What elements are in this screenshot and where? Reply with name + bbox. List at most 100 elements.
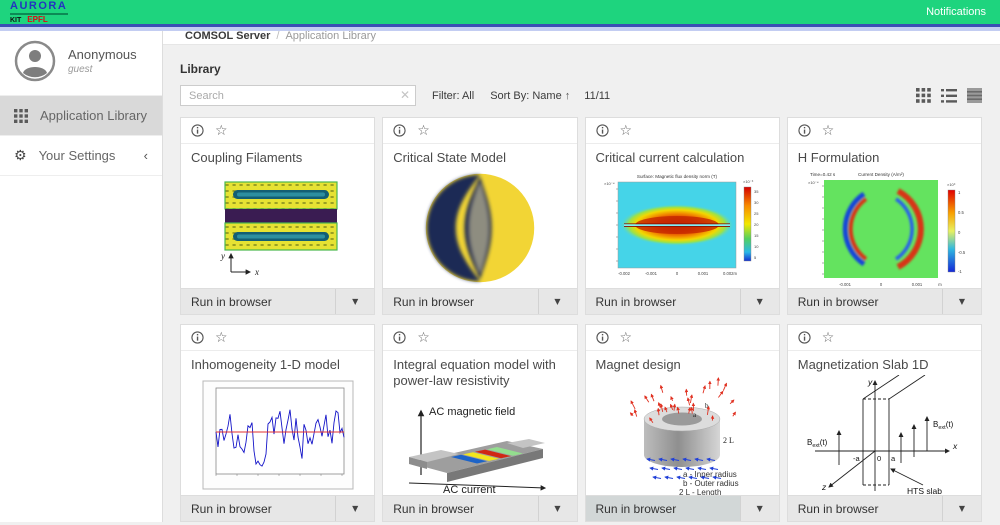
collapse-chevron-icon[interactable]: ‹ — [144, 148, 148, 163]
app-card-h-formulation[interactable]: ☆ H Formulation — [787, 117, 982, 315]
svg-text:0: 0 — [880, 282, 883, 287]
svg-text:15: 15 — [754, 233, 759, 238]
library-toolbar: ✕ Filter: All Sort By: Name ↑ 11/11 — [180, 85, 982, 106]
y-axis-exponent: ×10⁻⁴ — [604, 181, 615, 186]
svg-text:35: 35 — [754, 189, 759, 194]
sidebar: Anonymous guest Application Library ⚙ Yo… — [0, 27, 163, 522]
run-in-browser-button[interactable]: Run in browser — [383, 289, 538, 314]
b-ext-label-right: Bext(t) — [933, 420, 954, 431]
breadcrumb: COMSOL Server / Application Library — [163, 27, 1000, 45]
info-icon[interactable] — [191, 331, 204, 344]
notifications-link[interactable]: Notifications — [926, 6, 986, 18]
app-card-magnet-design[interactable]: ☆ Magnet design — [585, 324, 780, 522]
current-label: AC current — [443, 484, 496, 495]
app-card-magnetization-slab-1d[interactable]: ☆ Magnetization Slab 1D — [787, 324, 982, 522]
sidebar-item-your-settings[interactable]: ⚙ Your Settings ‹ — [0, 135, 162, 175]
app-card-critical-current-calculation[interactable]: ☆ Critical current calculation — [585, 117, 780, 315]
filter-control[interactable]: Filter: All — [432, 90, 474, 102]
run-options-dropdown[interactable]: ▼ — [943, 496, 981, 521]
run-options-dropdown[interactable]: ▼ — [539, 289, 577, 314]
plot-title: Surface: Magnetic flux density norm (T) — [637, 174, 718, 179]
run-in-browser-button[interactable]: Run in browser — [788, 289, 943, 314]
favorite-star-icon[interactable]: ☆ — [822, 124, 835, 138]
svg-text:-0.002: -0.002 — [618, 271, 631, 276]
run-options-dropdown[interactable]: ▼ — [741, 289, 779, 314]
time-label: Time=0.42 s — [810, 172, 836, 177]
run-options-dropdown[interactable]: ▼ — [741, 496, 779, 521]
info-icon[interactable] — [596, 331, 609, 344]
aurora-logo[interactable]: AURORA KIT EPFL — [10, 1, 68, 24]
sort-direction-icon[interactable]: ↑ — [565, 90, 571, 102]
logo-epfl: EPFL — [27, 16, 47, 24]
svg-text:-1: -1 — [958, 269, 962, 274]
app-title: Inhomogeneity 1-D model — [181, 351, 374, 375]
axis-x-label: x — [254, 267, 259, 277]
favorite-star-icon[interactable]: ☆ — [215, 331, 228, 345]
caret-down-icon: ▼ — [554, 297, 560, 306]
app-title: Coupling Filaments — [181, 144, 374, 168]
info-icon[interactable] — [191, 124, 204, 137]
run-options-dropdown[interactable]: ▼ — [336, 496, 374, 521]
sidebar-item-label: Your Settings — [39, 148, 116, 163]
favorite-star-icon[interactable]: ☆ — [620, 331, 633, 345]
info-icon[interactable] — [393, 331, 406, 344]
svg-text:25: 25 — [754, 211, 759, 216]
detail-view-icon[interactable] — [967, 88, 982, 103]
breadcrumb-separator: / — [276, 30, 279, 42]
info-icon[interactable] — [393, 124, 406, 137]
svg-text:0: 0 — [676, 271, 679, 276]
caret-down-icon: ▼ — [959, 504, 965, 513]
info-icon[interactable] — [596, 124, 609, 137]
breadcrumb-root[interactable]: COMSOL Server — [185, 30, 270, 42]
y-axis-exponent: ×10⁻⁴ — [808, 180, 819, 185]
app-card-coupling-filaments[interactable]: ☆ Coupling Filaments — [180, 117, 375, 315]
axis-z-label: z — [821, 482, 827, 492]
favorite-star-icon[interactable]: ☆ — [620, 124, 633, 138]
page-title: Library — [180, 62, 982, 76]
app-title: Integral equation model with power-law r… — [383, 351, 576, 392]
app-title: Magnet design — [586, 351, 779, 375]
run-in-browser-button[interactable]: Run in browser — [788, 496, 943, 521]
app-thumbnail: b a 2 L a - Inner radius b - Outer radiu… — [586, 375, 779, 495]
b-ext-label-left: Bext(t) — [807, 438, 828, 449]
svg-text:0.002m: 0.002m — [723, 271, 737, 276]
search-input[interactable] — [180, 85, 416, 106]
run-in-browser-button[interactable]: Run in browser — [383, 496, 538, 521]
app-card-critical-state-model[interactable]: ☆ Critical State Model — [382, 117, 577, 315]
search-clear-icon[interactable]: ✕ — [400, 88, 410, 102]
info-icon[interactable] — [798, 124, 811, 137]
favorite-star-icon[interactable]: ☆ — [822, 331, 835, 345]
breadcrumb-current: Application Library — [285, 30, 376, 42]
grid-view-icon[interactable] — [916, 88, 931, 103]
info-icon[interactable] — [798, 331, 811, 344]
app-thumbnail: x y z -a 0 a Bext(t) Bext(t) HTS slab — [788, 375, 981, 495]
sort-label: Sort By: Name — [490, 90, 562, 102]
run-in-browser-button[interactable]: Run in browser — [181, 289, 336, 314]
logo-kit: KIT — [10, 17, 21, 24]
favorite-star-icon[interactable]: ☆ — [215, 124, 228, 138]
sidebar-item-application-library[interactable]: Application Library — [0, 95, 162, 135]
caret-down-icon: ▼ — [959, 297, 965, 306]
caret-down-icon: ▼ — [757, 297, 763, 306]
axis-y-label: y — [220, 251, 225, 261]
app-thumbnail: AC magnetic field AC current — [383, 392, 576, 496]
run-in-browser-button[interactable]: Run in browser — [586, 289, 741, 314]
caret-down-icon: ▼ — [554, 504, 560, 513]
favorite-star-icon[interactable]: ☆ — [417, 331, 430, 345]
svg-text:0.001: 0.001 — [698, 271, 709, 276]
run-options-dropdown[interactable]: ▼ — [943, 289, 981, 314]
list-view-icon[interactable] — [941, 89, 957, 103]
app-card-integral-equation-model[interactable]: ☆ Integral equation model with power-law… — [382, 324, 577, 522]
app-card-inhomogeneity-1d-model[interactable]: ☆ Inhomogeneity 1-D model — [180, 324, 375, 522]
application-grid: ☆ Coupling Filaments — [180, 117, 982, 522]
favorite-star-icon[interactable]: ☆ — [417, 124, 430, 138]
app-thumbnail: Surface: Magnetic flux density norm (T) … — [586, 168, 779, 288]
sort-control[interactable]: Sort By: Name ↑ — [490, 90, 570, 102]
run-options-dropdown[interactable]: ▼ — [539, 496, 577, 521]
run-options-dropdown[interactable]: ▼ — [336, 289, 374, 314]
user-panel: Anonymous guest — [0, 27, 162, 95]
run-in-browser-button[interactable]: Run in browser — [181, 496, 336, 521]
avatar — [14, 40, 56, 82]
svg-text:10: 10 — [754, 244, 759, 249]
run-in-browser-button[interactable]: Run in browser — [586, 496, 741, 521]
